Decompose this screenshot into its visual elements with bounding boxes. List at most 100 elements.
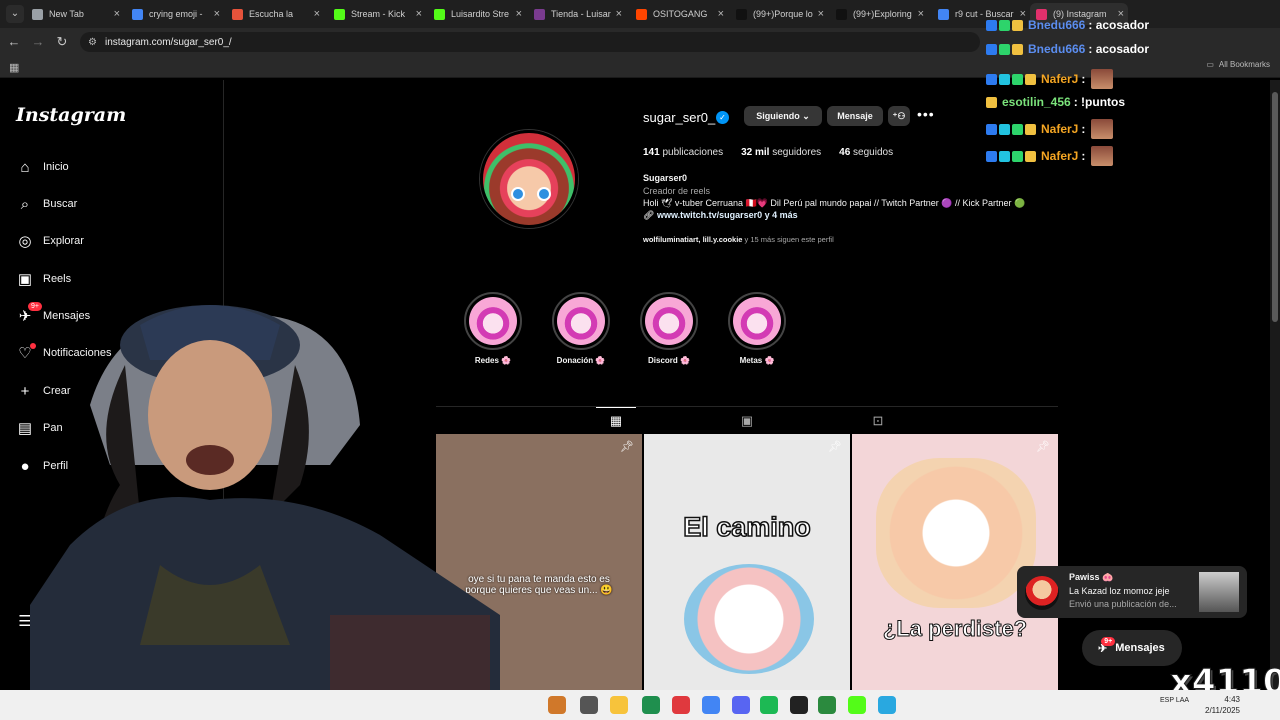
tab-close-icon[interactable]: × <box>516 8 522 20</box>
app-blue-icon[interactable] <box>878 696 896 714</box>
profile-post[interactable]: ¿La perdiste? 📌︎ <box>852 434 1058 690</box>
all-bookmarks-button[interactable]: ▭ All Bookmarks <box>1206 60 1270 69</box>
chat-username: Bnedu666 <box>1028 42 1086 56</box>
chat-badges <box>986 73 1036 85</box>
story-highlight[interactable]: Metas 🌸 <box>722 292 792 365</box>
tab-close-icon[interactable]: × <box>114 8 120 20</box>
chat-emote <box>1091 146 1114 166</box>
followers-stat[interactable]: 32 mil seguidores <box>741 147 821 158</box>
terminal-icon[interactable] <box>818 696 836 714</box>
sidebar-item-label: Reels <box>43 273 72 285</box>
browser-tab[interactable]: (99+)Exploring × <box>830 3 928 25</box>
posts-grid-tab-icon[interactable]: ▦ <box>596 407 636 434</box>
chat-message: esotilin_456: !puntos <box>986 95 1125 109</box>
tab-favicon-icon <box>232 8 243 20</box>
chrome-icon[interactable] <box>702 696 720 714</box>
tab-favicon-icon <box>132 8 143 20</box>
message-notification-popup[interactable]: Pawiss 🐽 La Kazad loz momoz jeje Envió u… <box>1017 566 1247 618</box>
more-options-icon[interactable]: ••• <box>917 106 935 122</box>
url-text: instagram.com/sugar_ser0_/ <box>104 36 232 48</box>
tab-title: Stream - Kick <box>351 9 406 19</box>
profile-tabs: ▦ ▣ ⊡ <box>436 406 1058 434</box>
sidebar-item-label: Inicio <box>43 161 69 173</box>
profile-post[interactable]: El camino 📌︎ <box>644 434 850 690</box>
tab-favicon-icon <box>534 8 545 20</box>
kick-icon[interactable] <box>848 696 866 714</box>
app-red-icon[interactable] <box>672 696 690 714</box>
compass-icon: ◎ <box>18 233 32 250</box>
pinned-icon: 📌︎ <box>620 441 634 453</box>
discord-icon[interactable] <box>732 696 750 714</box>
browser-tab[interactable]: Stream - Kick × <box>328 3 426 25</box>
tab-close-icon[interactable]: × <box>616 8 622 20</box>
profile-link[interactable]: 🔗︎ www.twitch.tv/sugarser0 y 4 más <box>643 210 798 221</box>
tab-close-icon[interactable]: × <box>416 8 422 20</box>
tab-title: crying emoji - <box>149 9 203 19</box>
chat-message: Bnedu666: acosador <box>986 18 1149 32</box>
forward-button[interactable]: → <box>30 34 46 50</box>
suggest-people-button[interactable]: ⁺⚇ <box>888 106 910 126</box>
followed-by-text[interactable]: wolfiluminatiart, lill.y.cookie y 15 más… <box>643 235 834 244</box>
sidebar-item-label: Explorar <box>43 235 84 247</box>
story-highlight[interactable]: Discord 🌸 <box>634 292 704 365</box>
tab-search-button[interactable]: ⌄ <box>6 5 24 23</box>
chat-badges <box>986 96 997 108</box>
chat-username: NaferJ <box>1041 72 1079 86</box>
chevron-down-icon: ⌄ <box>799 110 810 121</box>
obs-icon[interactable] <box>790 696 808 714</box>
photo-app-icon[interactable] <box>548 696 566 714</box>
following-button[interactable]: Siguiendo ⌄ <box>744 106 822 126</box>
tray-language[interactable]: ESP LAA <box>1160 696 1190 705</box>
reload-button[interactable]: ↻ <box>54 34 70 50</box>
chat-message: NaferJ: <box>986 69 1114 89</box>
tagged-tab-icon[interactable]: ⊡ <box>858 407 898 434</box>
verified-badge-icon: ✓ <box>716 111 729 124</box>
chat-text: : !puntos <box>1073 95 1126 109</box>
browser-tab[interactable]: New Tab × <box>26 3 124 25</box>
tab-close-icon[interactable]: × <box>314 8 320 20</box>
page-scrollbar[interactable] <box>1270 80 1280 690</box>
tab-close-icon[interactable]: × <box>918 8 924 20</box>
sidebar-item-label: Buscar <box>43 198 78 210</box>
chat-message: Bnedu666: acosador <box>986 42 1149 56</box>
tab-title: (99+)Exploring <box>853 9 912 19</box>
browser-tab[interactable]: OSITOGANG × <box>630 3 728 25</box>
story-highlight[interactable]: Donación 🌸 <box>546 292 616 365</box>
file-explorer-icon[interactable] <box>610 696 628 714</box>
back-button[interactable]: ← <box>6 34 22 50</box>
messages-pill-button[interactable]: ✈ 9+ Mensajes <box>1082 630 1182 666</box>
browser-tab[interactable]: (99+)Porque lo × <box>730 3 828 25</box>
instagram-logo[interactable]: Instagram <box>16 104 126 126</box>
sidebar-item-inicio[interactable]: ⌂ Inicio <box>16 154 206 180</box>
tab-close-icon[interactable]: × <box>718 8 724 20</box>
site-info-icon[interactable]: ⚙ <box>88 37 97 48</box>
profile-category: Creador de reels <box>643 186 711 196</box>
task-view-icon[interactable] <box>580 696 598 714</box>
tab-favicon-icon <box>836 8 847 20</box>
pinned-icon: 📌︎ <box>828 441 842 453</box>
tab-close-icon[interactable]: × <box>818 8 824 20</box>
sidebar-item-explorar[interactable]: ◎ Explorar <box>16 228 206 254</box>
chat-text: : acosador <box>1088 42 1150 56</box>
browser-tab[interactable]: crying emoji - × <box>126 3 224 25</box>
sidebar-item-buscar[interactable]: ⌕ Buscar <box>16 191 206 217</box>
profile-stats: 141 publicaciones 32 mil seguidores 46 s… <box>643 147 893 158</box>
browser-tab[interactable]: Escucha la × <box>226 3 324 25</box>
system-tray[interactable]: 4:43 2/11/2025 <box>1205 694 1240 716</box>
apps-grid-icon[interactable]: ▦ <box>9 61 19 74</box>
post-illustration <box>876 458 1036 608</box>
reels-tab-icon[interactable]: ▣ <box>727 407 767 434</box>
tab-close-icon[interactable]: × <box>214 8 220 20</box>
following-stat[interactable]: 46 seguidos <box>839 147 893 158</box>
windows-taskbar: 4:43 2/11/2025 ESP LAA <box>0 690 1280 720</box>
browser-tab[interactable]: Tienda - Luisar × <box>528 3 626 25</box>
browser-tab[interactable]: Luisardito Stre × <box>428 3 526 25</box>
spotify-icon[interactable] <box>760 696 778 714</box>
edge-icon[interactable] <box>642 696 660 714</box>
address-bar[interactable]: ⚙ instagram.com/sugar_ser0_/ <box>80 32 980 52</box>
tab-title: Tienda - Luisar <box>551 9 611 19</box>
tab-title: Escucha la <box>249 9 294 19</box>
profile-avatar[interactable] <box>480 130 578 228</box>
profile-bio: Holi 🕊 v-tuber Cerruana 🇵🇪💗 Dil Perú pal… <box>643 198 1026 208</box>
message-button[interactable]: Mensaje <box>827 106 883 126</box>
